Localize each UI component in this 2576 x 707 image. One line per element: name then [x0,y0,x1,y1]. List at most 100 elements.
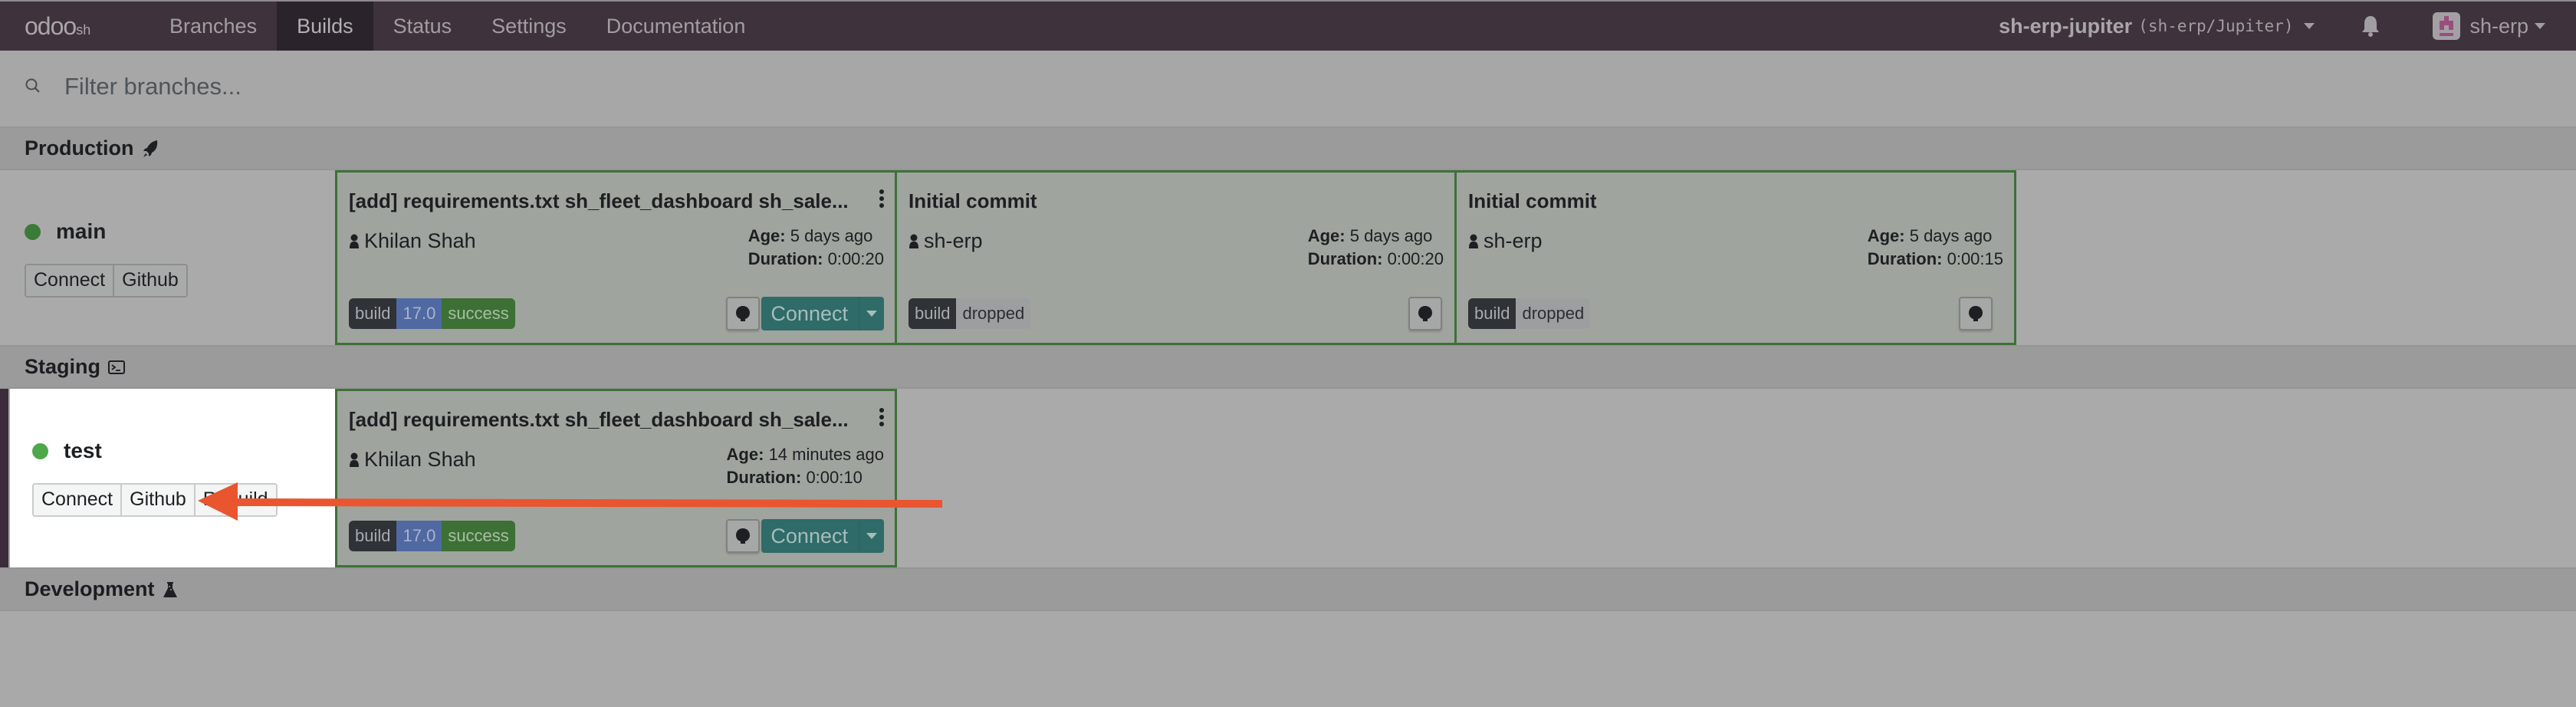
badge-dropped: dropped [956,298,1031,329]
odoo-sh-logo[interactable]: odoo sh [0,12,150,41]
author-name: Khilan Shah [364,229,476,252]
badge-dropped: dropped [1516,298,1591,329]
brand-sub: sh [76,21,91,38]
age-value: 5 days ago [1349,226,1433,245]
terminal-icon [108,360,125,375]
connect-label[interactable]: Connect [761,519,859,553]
build-card[interactable]: [add] requirements.txt sh_fleet_dashboar… [335,389,897,567]
user-icon [909,234,918,248]
chevron-down-icon [2304,23,2315,29]
build-card[interactable]: Initial commit sh-erp Age: 5 days ago Du… [895,170,1457,345]
nav-builds[interactable]: Builds [277,2,373,51]
build-meta: Age: 5 days ago Duration: 0:00:15 [1868,225,2003,271]
section-production: Production [0,127,2576,170]
duration-label: Duration: [1307,249,1383,268]
badge-build: build [909,298,957,329]
user-icon [1469,234,1478,248]
author-name: sh-erp [1484,229,1543,252]
build-title[interactable]: Initial commit [909,189,1037,213]
rebuild-button[interactable]: Rebuild [195,485,276,515]
duration-value: 0:00:10 [806,468,863,487]
connect-button[interactable]: Connect [26,265,115,296]
kebab-menu-icon[interactable] [879,408,884,426]
brand-main: odoo [25,12,77,40]
build-author: Khilan Shah [349,229,476,253]
connect-dropdown-button[interactable]: Connect [761,297,884,330]
github-button[interactable]: Github [114,265,186,296]
status-dot [32,442,48,459]
build-title[interactable]: [add] requirements.txt sh_fleet_dashboar… [349,189,849,213]
nav-documentation[interactable]: Documentation [586,2,766,51]
flask-icon [163,580,178,599]
development-area [0,612,2576,707]
user-icon [350,452,359,467]
age-label: Age: [1867,226,1905,245]
build-author: sh-erp [909,229,983,253]
nav-branches[interactable]: Branches [150,2,277,51]
github-icon[interactable] [1959,297,1993,330]
build-author: sh-erp [1468,229,1543,253]
project-name: sh-erp-jupiter [1999,14,2133,38]
build-status-badges: build dropped [1468,298,1591,329]
build-status-badges: build 17.0 success [349,521,515,551]
focus-indicator [0,389,8,567]
section-title: Development [25,577,155,600]
branch-label: test [64,439,102,462]
user-menu[interactable]: sh-erp [2433,12,2545,40]
age-label: Age: [726,445,764,464]
age-label: Age: [748,226,786,245]
chevron-down-icon[interactable] [859,519,884,553]
build-author: Khilan Shah [349,448,476,472]
search-icon [25,77,41,94]
duration-value: 0:00:15 [1947,249,2003,268]
age-value: 5 days ago [790,226,873,245]
section-title: Staging [25,355,100,378]
author-name: sh-erp [924,229,983,252]
duration-label: Duration: [1867,249,1943,268]
badge-version: 17.0 [396,521,442,551]
nav-settings[interactable]: Settings [472,2,586,51]
bell-icon[interactable] [2361,15,2380,38]
connect-dropdown-button[interactable]: Connect [761,519,884,553]
badge-success: success [442,521,515,551]
branch-test[interactable]: test Connect Github Rebuild [0,389,335,567]
branch-label: main [56,219,107,243]
user-icon [350,234,359,248]
github-icon[interactable] [1408,297,1442,330]
branch-actions: Connect Github Rebuild [32,483,278,517]
github-icon[interactable] [726,519,760,553]
section-staging: Staging [0,345,2576,389]
status-dot [25,223,41,240]
build-title[interactable]: Initial commit [1468,189,1597,213]
connect-button[interactable]: Connect [34,485,123,515]
production-branch-row: main Connect Github [add] requirements.t… [0,170,2576,345]
staging-branch-row: test Connect Github Rebuild [add] requir… [0,389,2576,567]
duration-label: Duration: [726,468,802,487]
badge-success: success [442,298,515,329]
user-name: sh-erp [2469,14,2528,38]
filter-branches-input[interactable] [64,67,2518,106]
build-meta: Age: 5 days ago Duration: 0:00:20 [748,225,884,271]
section-title: Production [25,136,134,159]
duration-value: 0:00:20 [827,249,884,268]
branch-name: main [25,219,106,244]
chevron-down-icon[interactable] [859,297,884,330]
chevron-down-icon [2535,23,2545,29]
build-status-badges: build 17.0 success [349,298,515,329]
project-selector[interactable]: sh-erp-jupiter (sh-erp/Jupiter) [1999,15,2315,38]
kebab-menu-icon[interactable] [879,189,884,208]
branch-main[interactable]: main Connect Github [0,170,335,345]
github-icon[interactable] [726,297,760,330]
nav-status[interactable]: Status [373,2,472,51]
build-meta: Age: 14 minutes ago Duration: 0:00:10 [727,443,884,489]
author-name: Khilan Shah [364,448,476,471]
duration-label: Duration: [748,249,823,268]
connect-label[interactable]: Connect [761,297,859,330]
build-card[interactable]: Initial commit sh-erp Age: 5 days ago Du… [1454,170,2016,345]
github-button[interactable]: Github [122,485,196,515]
badge-build: build [349,521,397,551]
build-card[interactable]: [add] requirements.txt sh_fleet_dashboar… [335,170,897,345]
build-title[interactable]: [add] requirements.txt sh_fleet_dashboar… [349,408,849,432]
badge-build: build [1468,298,1516,329]
rocket-icon [142,140,159,158]
